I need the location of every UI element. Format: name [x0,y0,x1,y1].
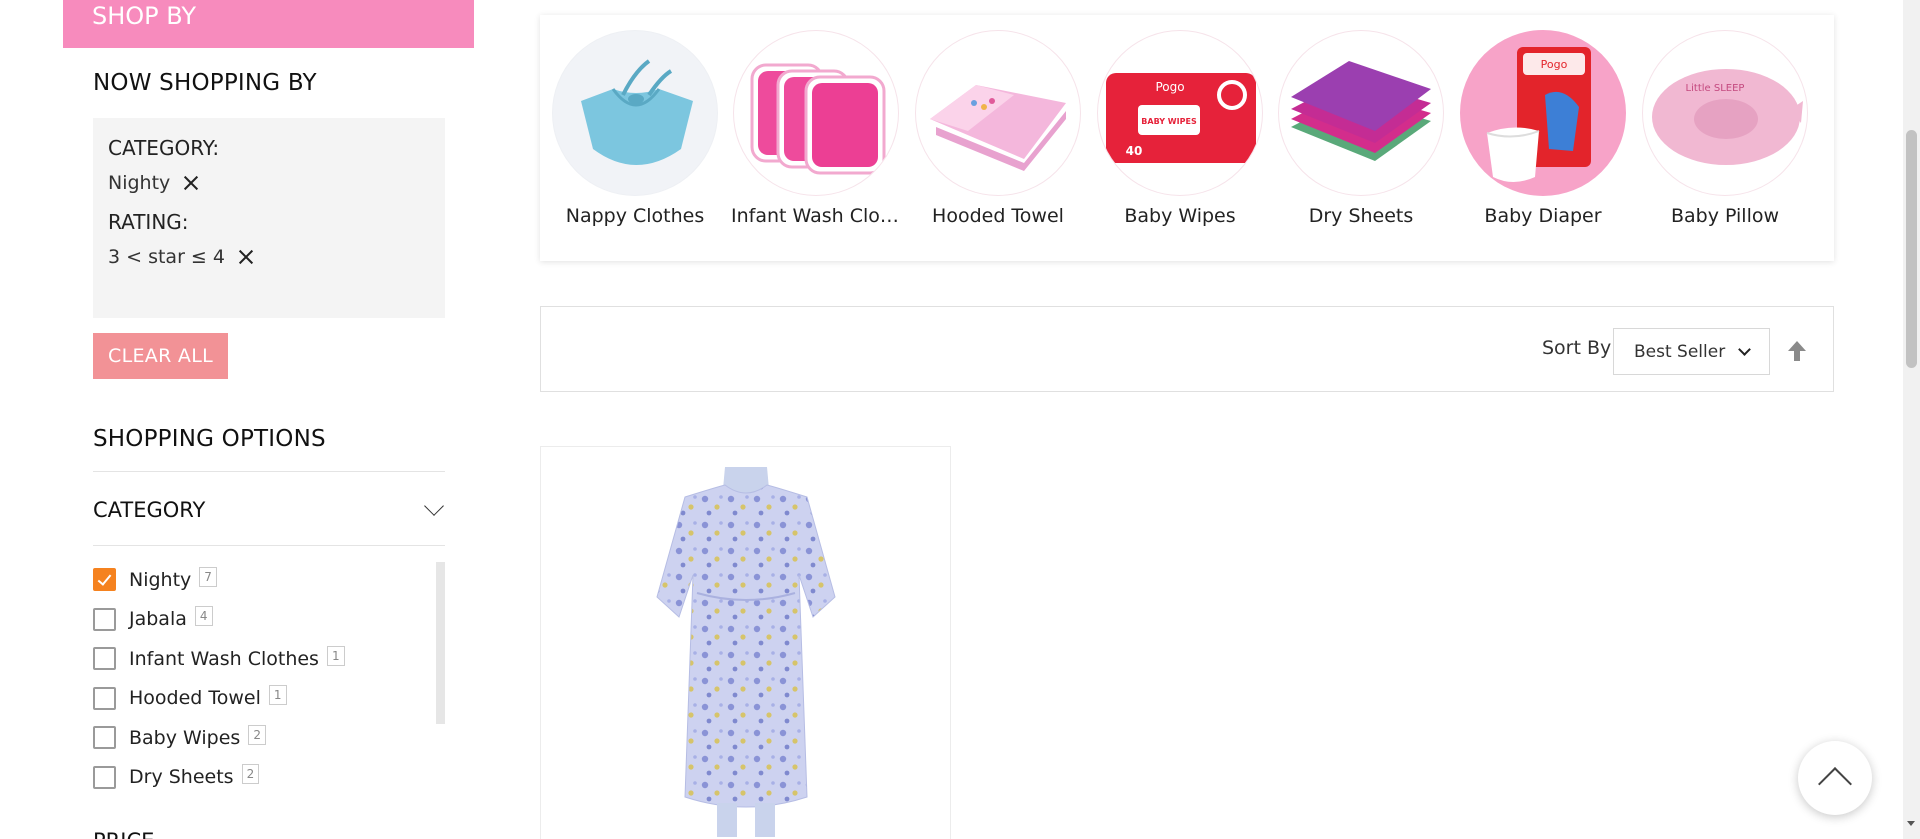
carousel-item-hooded-towel[interactable]: Hooded Towel [913,30,1083,227]
category-option-count: 1 [268,685,287,706]
shopping-options-title: SHOPPING OPTIONS [93,426,326,452]
baby-diaper-image: Pogo [1460,30,1626,196]
category-option-label: Jabala [129,608,187,631]
category-option-label: Dry Sheets [129,766,234,789]
svg-text:BABY WIPES: BABY WIPES [1141,117,1197,126]
carousel-item-label: Baby Diaper [1484,205,1602,227]
category-option-hooded-towel[interactable]: Hooded Towel 1 [93,679,428,719]
checkmark-icon [97,571,112,586]
svg-text:Little SLEEP: Little SLEEP [1686,83,1745,94]
category-option-nighty[interactable]: Nighty 7 [93,560,428,600]
carousel-item-baby-pillow[interactable]: Little SLEEP Baby Pillow [1640,30,1810,227]
active-filter-value: 3 < star ≤ 4 [108,246,225,268]
remove-filter-close-icon[interactable] [237,248,255,266]
carousel-item-nappy-clothes[interactable]: Nappy Clothes [550,30,720,227]
product-item[interactable] [540,446,951,839]
category-filter-toggle[interactable]: CATEGORY [93,486,445,534]
dry-sheets-image [1278,30,1444,196]
svg-text:40: 40 [1126,144,1143,158]
checkbox[interactable] [93,607,116,631]
carousel-item-label: Nappy Clothes [565,205,705,227]
category-list-scrollbar[interactable] [436,562,445,724]
category-option-infant-wash-clothes[interactable]: Infant Wash Clothes 1 [93,639,428,679]
category-option-baby-wipes[interactable]: Baby Wipes 2 [93,718,428,758]
category-option-count: 7 [199,566,217,587]
category-option-count: 2 [248,724,266,745]
category-carousel: Nappy Clothes Infant Wash Clot... Hooded… [540,15,1834,261]
page-scrollbar-thumb[interactable] [1906,130,1917,368]
chevron-down-icon [424,496,444,516]
carousel-item-label: Baby Pillow [1670,205,1780,227]
active-filter-label-rating: RATING: [108,210,189,234]
divider [93,545,445,546]
active-filter-rating: 3 < star ≤ 4 [108,237,430,277]
baby-wipes-image: Pogo BABY WIPES 40 [1097,30,1263,196]
sort-by-selected-value: Best Seller [1634,341,1726,362]
active-filter-category: Nighty [108,163,430,203]
price-filter-title[interactable]: PRICE [93,829,154,839]
chevron-down-icon [1738,343,1751,356]
category-option-count: 1 [326,645,345,666]
divider [93,471,445,472]
svg-text:Pogo: Pogo [1155,80,1184,94]
baby-pillow-image: Little SLEEP [1642,30,1808,196]
active-filters-panel: CATEGORY: Nighty RATING: 3 < star ≤ 4 [93,118,445,318]
carousel-item-label: Infant Wash Clot... [731,205,901,227]
svg-text:Pogo: Pogo [1541,58,1568,71]
category-filter-title: CATEGORY [93,498,206,522]
category-option-label: Nighty [129,568,192,591]
carousel-item-label: Dry Sheets [1308,205,1414,227]
carousel-item-infant-wash-clothes[interactable]: Infant Wash Clot... [731,30,901,227]
category-option-dry-sheets[interactable]: Dry Sheets 2 [93,758,428,798]
scroll-down-arrow-icon[interactable] [1907,821,1915,826]
nappy-clothes-image [552,30,718,196]
page-scrollbar[interactable] [1903,0,1920,839]
floral-nighty-dress-image[interactable] [621,467,871,837]
infant-wash-clothes-image [733,30,899,196]
back-to-top-button[interactable] [1798,741,1872,815]
checkbox[interactable] [93,647,116,671]
hooded-towel-image [915,30,1081,196]
checkbox[interactable] [93,686,116,710]
category-option-count: 4 [194,606,213,627]
category-option-label: Infant Wash Clothes [129,647,319,670]
category-option-jabala[interactable]: Jabala 4 [93,600,428,640]
active-filter-label-category: CATEGORY: [108,136,220,160]
carousel-item-label: Baby Wipes [1124,205,1236,227]
category-filter-list: Nighty 7 Jabala 4 Infant Wash Clothes 1 … [93,560,428,797]
category-option-count: 2 [241,764,260,785]
chevron-up-icon [1818,767,1852,801]
category-option-label: Hooded Towel [129,687,261,710]
carousel-item-baby-wipes[interactable]: Pogo BABY WIPES 40 Baby Wipes [1095,30,1265,227]
carousel-item-dry-sheets[interactable]: Dry Sheets [1276,30,1446,227]
checkbox[interactable] [93,765,116,789]
now-shopping-by-title: NOW SHOPPING BY [93,70,317,96]
shop-by-header: SHOP BY [63,0,474,48]
active-filter-value: Nighty [108,172,171,194]
checkbox-checked[interactable] [93,568,116,592]
toolbar-sorter: Sort By Best Seller [540,306,1834,392]
carousel-item-baby-diaper[interactable]: Pogo Baby Diaper [1458,30,1628,227]
sort-direction-button[interactable] [1787,340,1807,362]
clear-all-button[interactable]: CLEAR ALL [93,333,228,379]
remove-filter-close-icon[interactable] [182,174,200,192]
carousel-item-label: Hooded Towel [932,205,1064,227]
checkbox[interactable] [93,726,116,750]
arrow-up-icon [1788,341,1806,361]
category-option-label: Baby Wipes [129,726,241,749]
sort-by-label: Sort By [1542,337,1612,359]
sort-by-select[interactable]: Best Seller [1613,328,1770,375]
